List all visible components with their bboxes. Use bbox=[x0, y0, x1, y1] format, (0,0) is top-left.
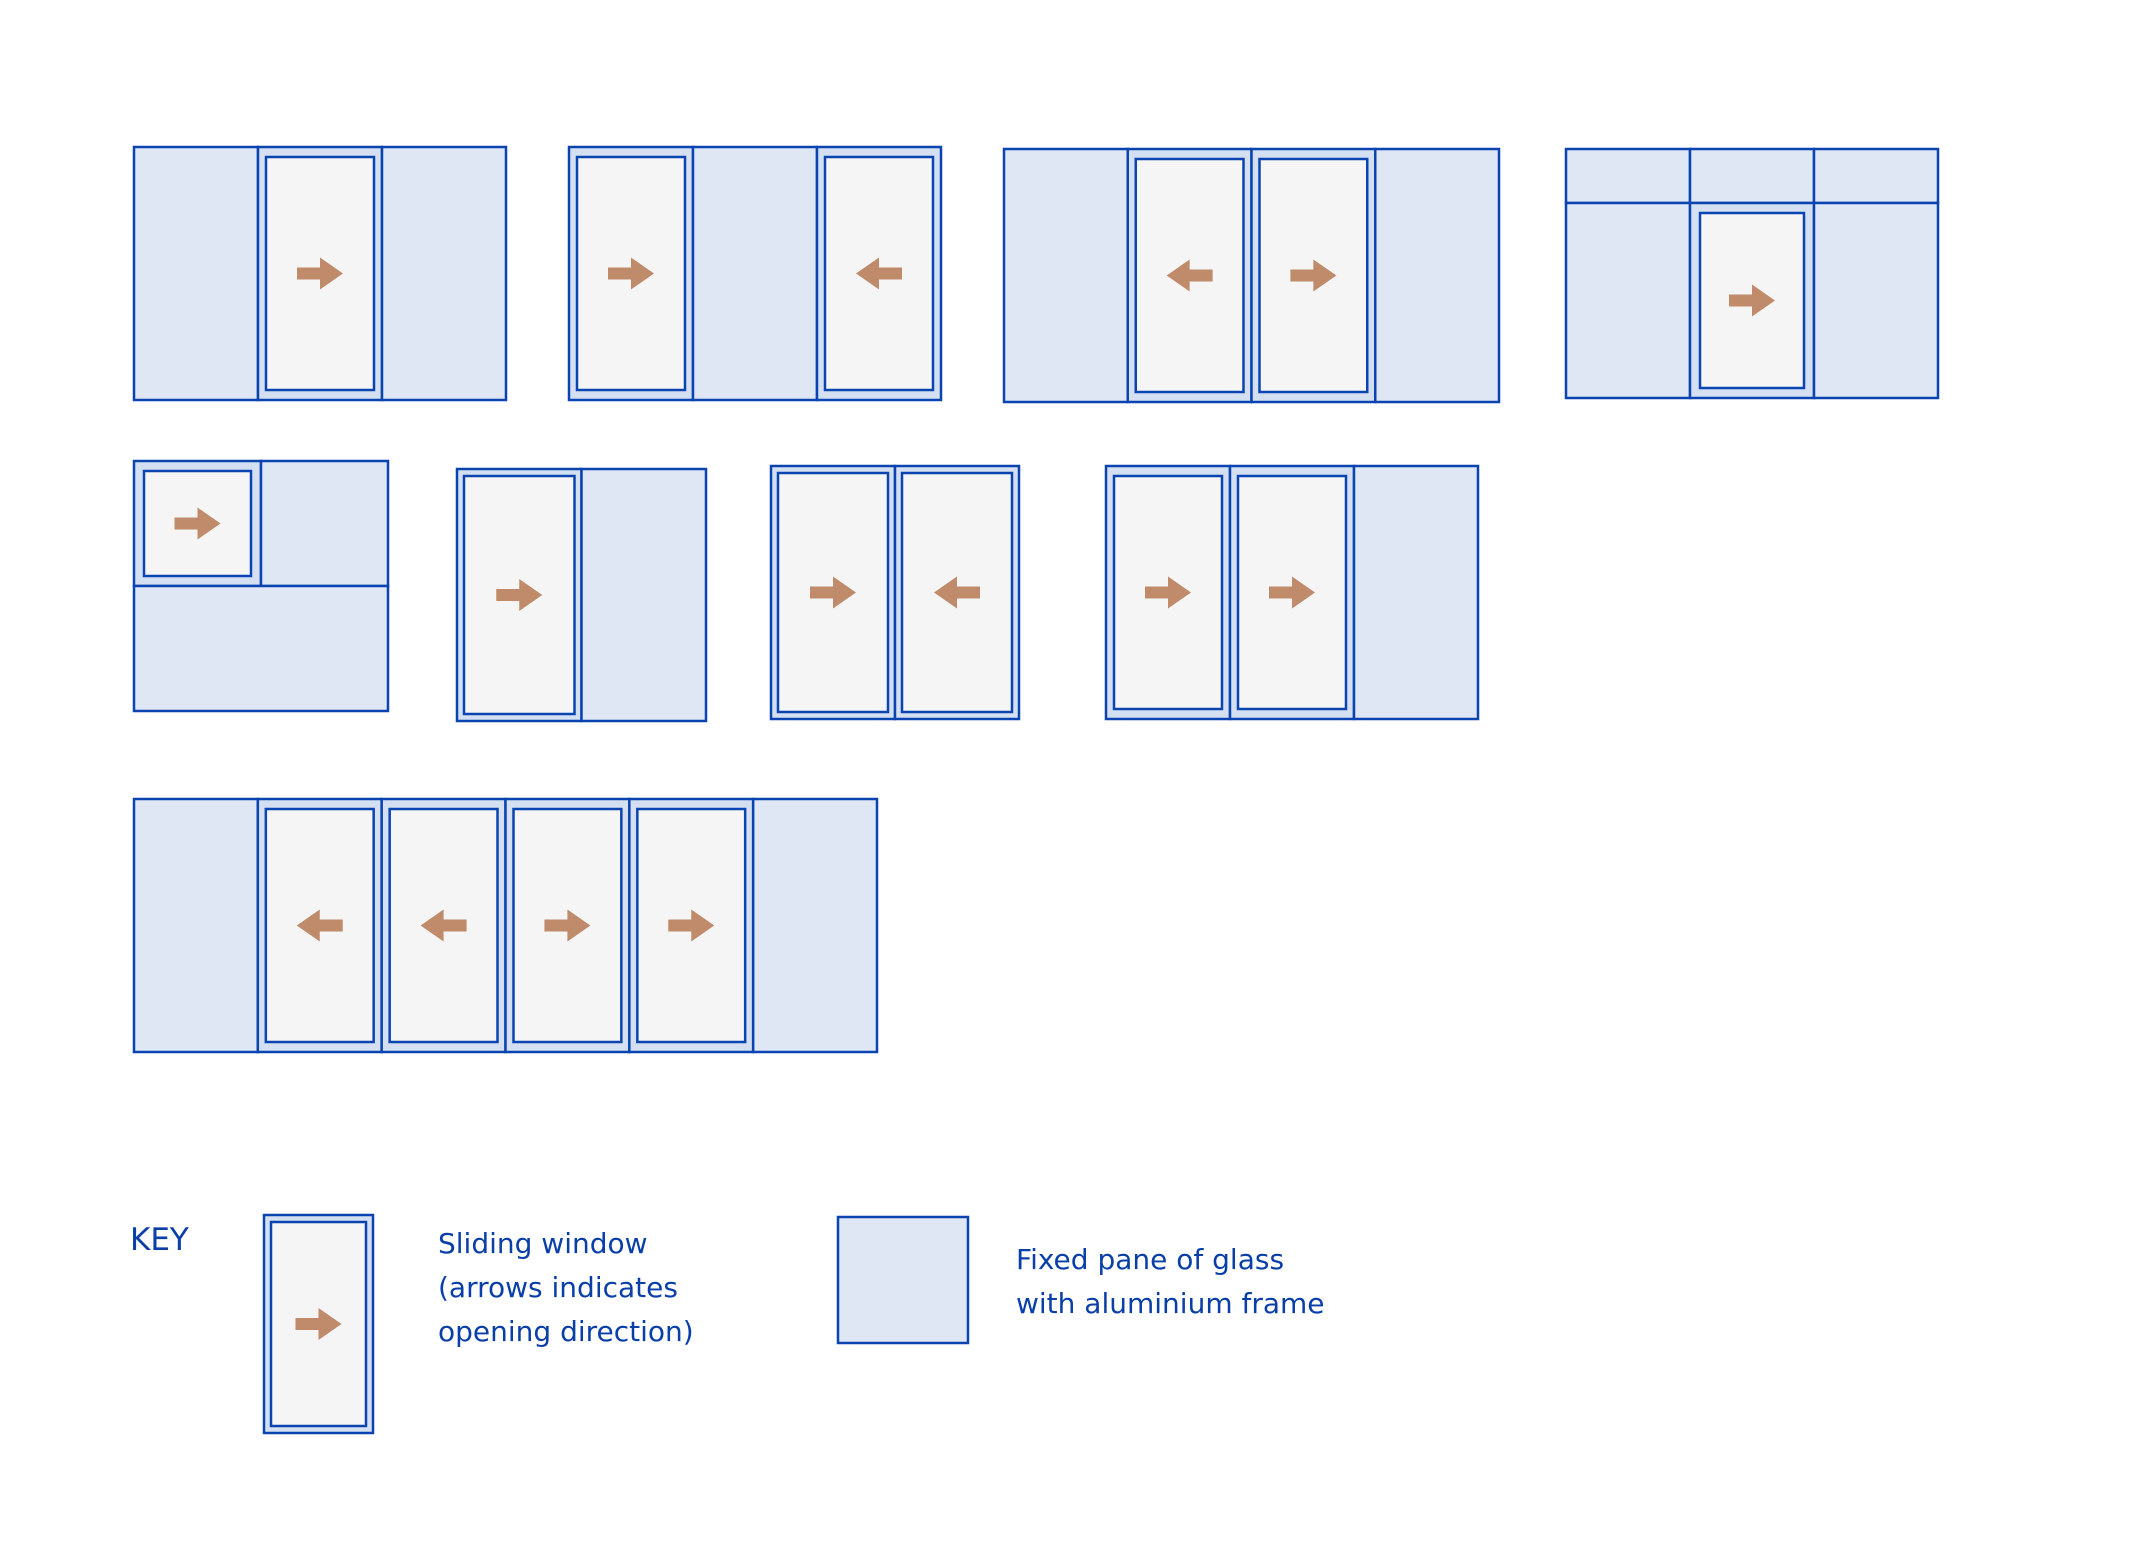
sliding-window bbox=[1228, 464, 1356, 721]
fixed-pane bbox=[580, 467, 708, 723]
fixed-pane bbox=[132, 797, 260, 1054]
sliding-window bbox=[256, 797, 383, 1054]
sliding-window bbox=[1104, 464, 1232, 721]
diagram-1 bbox=[132, 145, 508, 402]
diagram-5 bbox=[132, 459, 390, 713]
fixed-pane bbox=[1374, 147, 1501, 404]
diagram-2 bbox=[567, 145, 943, 402]
sliding-window bbox=[815, 145, 943, 402]
fixed-pane bbox=[259, 459, 390, 588]
fixed-pane bbox=[380, 145, 508, 402]
diagram-4 bbox=[1564, 147, 1940, 400]
fixed-pane bbox=[836, 1215, 970, 1345]
window-diagrams bbox=[132, 145, 1940, 1435]
fixed-pane bbox=[751, 797, 879, 1054]
key-title: KEY bbox=[130, 1222, 189, 1258]
sliding-window bbox=[893, 464, 1021, 721]
fixed-pane bbox=[1688, 147, 1816, 205]
fixed-pane bbox=[1564, 147, 1692, 205]
sliding-window bbox=[504, 797, 631, 1054]
sliding-window bbox=[567, 145, 695, 402]
fixed-pane bbox=[1812, 147, 1940, 205]
sliding-window bbox=[1126, 147, 1253, 404]
sliding-window bbox=[380, 797, 507, 1054]
sliding-window bbox=[628, 797, 755, 1054]
fixed-pane bbox=[1002, 147, 1129, 404]
sliding-window bbox=[769, 464, 897, 721]
fixed-pane bbox=[1352, 464, 1480, 721]
key-fixed-label: Fixed pane of glass with aluminium frame bbox=[1016, 1243, 1325, 1320]
diagram-3 bbox=[1002, 147, 1501, 404]
diagram-7 bbox=[769, 464, 1021, 721]
sliding-window bbox=[1250, 147, 1377, 404]
diagram-8 bbox=[1104, 464, 1480, 721]
sliding-window bbox=[256, 145, 384, 402]
sliding-window bbox=[1688, 201, 1816, 400]
key-sliding-label: Sliding window (arrows indicates opening… bbox=[438, 1227, 694, 1348]
fixed-pane bbox=[132, 145, 260, 402]
fixed-pane bbox=[1812, 201, 1940, 400]
diagram-9 bbox=[132, 797, 879, 1054]
fixed-pane bbox=[1564, 201, 1692, 400]
diagram-6 bbox=[455, 467, 708, 723]
fixed-pane bbox=[691, 145, 819, 402]
fixed-pane bbox=[132, 584, 390, 713]
sliding-window bbox=[262, 1213, 375, 1435]
sliding-window bbox=[455, 467, 583, 723]
sliding-window bbox=[132, 459, 263, 588]
